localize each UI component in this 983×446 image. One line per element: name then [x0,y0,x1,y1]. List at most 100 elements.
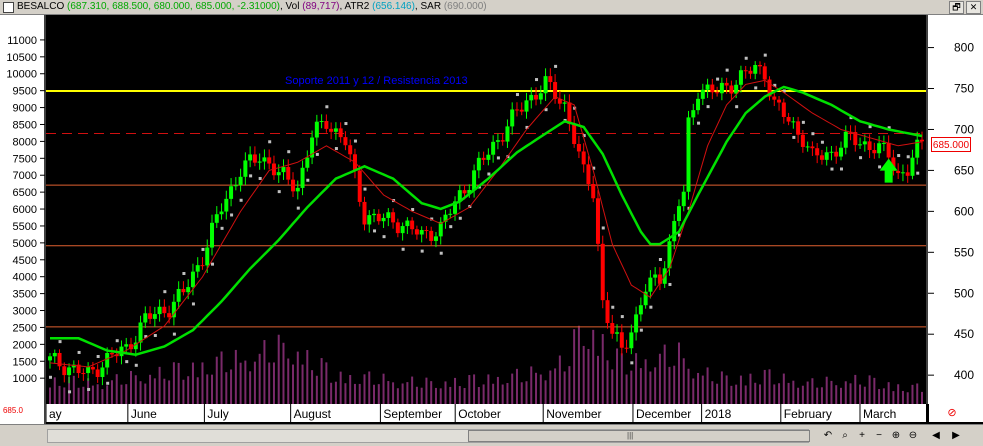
volume-bar [825,376,828,404]
zoom-in-button[interactable]: ⊕ [890,430,902,442]
candle-body [858,144,863,146]
candle-body [681,191,686,207]
volume-bar [96,384,99,404]
sar-dot [458,216,462,220]
volume-bar [673,365,676,404]
left-axis-tick-label: 3000 [13,306,37,318]
volume-bar [592,329,595,404]
volume-bar [230,369,233,404]
annotation-text: Soporte 2011 y 12 / Resistencia 2013 [285,75,468,87]
chart-scrollbar[interactable]: ||| ↶ ⌕ + − ⊕ ⊖ ◀ ▶ [0,424,983,446]
sar-dot [49,375,52,379]
candle-body [562,102,567,104]
right-axis-tick-label: 650 [954,163,974,177]
volume-bar [363,374,366,404]
candle-body [419,230,424,235]
volume-bar [458,386,461,404]
volume-bar [339,371,342,404]
candle-body [800,134,805,147]
pan-button[interactable]: − [873,430,885,442]
left-axis-tick-label: 1000 [13,373,37,385]
candle-body [796,121,801,135]
sar-dot [382,235,386,239]
candle-body [872,150,877,154]
volume-bar [596,355,599,404]
candle-body [105,353,110,368]
crosshair-button[interactable]: + [856,430,868,442]
volume-bar [201,362,204,404]
volume-bar [72,375,75,404]
volume-bar [725,375,728,404]
volume-bar [687,368,690,404]
scroll-right-button[interactable]: ▶ [950,430,962,442]
left-axis-tick-label: 4500 [13,255,37,267]
left-axis-tick-label: 6000 [13,204,37,216]
price-chart[interactable]: 1000 1500 2000 2500 3000 3500 4000 4500 5000 5500… [0,15,983,424]
candle-body [653,274,658,278]
volume-bar [330,382,333,404]
volume-bar [115,374,118,404]
left-axis-tick-label: 10500 [6,52,37,64]
restore-button[interactable]: 🗗 [949,1,964,14]
zoom-search-button[interactable]: ⌕ [839,430,851,442]
candle-body [905,172,910,176]
candle-body [610,323,615,334]
sar-dot [96,355,100,359]
volume-bar [125,384,128,404]
candle-body [348,145,353,155]
volume-bar [820,387,823,404]
candle-body [252,154,257,163]
volume-bar [406,382,409,404]
short-moving-average [49,79,923,368]
candle-body [300,167,305,188]
volume-bar [911,384,914,404]
volume-bar [306,350,309,404]
right-axis-tick-label: 800 [954,41,974,55]
volume-bar [811,378,814,404]
candle-body [367,215,372,225]
sar-dot [211,262,215,266]
volume-bar [839,387,842,404]
volume-bar [415,386,418,404]
chart-canvas[interactable]: 1000 1500 2000 2500 3000 3500 4000 4500 5000 5500… [0,15,983,424]
candle-body [781,102,786,117]
candle-body [881,142,886,144]
no-entry-icon[interactable]: ⊘ [945,406,959,420]
sar-dot [706,105,710,109]
volume-bar [101,389,104,404]
left-axis-tick-label: 5500 [13,221,37,233]
volume-bar [563,371,566,404]
candle-body [700,89,705,99]
volume-bar [744,385,747,404]
zoom-out-button[interactable]: ⊖ [907,430,919,442]
undo-zoom-button[interactable]: ↶ [822,430,834,442]
volume-bar [606,360,609,404]
sar-dot [620,315,624,319]
candle-body [495,140,500,142]
candle-body [729,85,734,94]
volume-bar [49,387,51,404]
close-button[interactable]: ✕ [966,1,981,14]
sar-dot [401,247,405,251]
scroll-thumb[interactable]: ||| [468,430,810,442]
candle-body [648,277,653,292]
candle-body [219,211,224,215]
volume-bar [58,385,61,404]
candle-body [167,313,172,318]
sar-dot [77,350,81,354]
scroll-track[interactable]: ||| [47,429,810,443]
volume-bar [749,373,752,404]
candle-body [538,93,543,100]
sar-dot [115,339,119,343]
candle-body [696,98,701,111]
volume-bar [658,353,661,404]
candle-body [534,94,539,100]
candle-body [757,64,762,67]
candle-body [205,247,210,266]
scroll-left-button[interactable]: ◀ [930,430,942,442]
volume-bar [539,374,542,404]
volume-bar [558,355,561,404]
volume-bar [692,378,695,404]
candle-body [343,137,348,146]
volume-bar [873,377,876,404]
